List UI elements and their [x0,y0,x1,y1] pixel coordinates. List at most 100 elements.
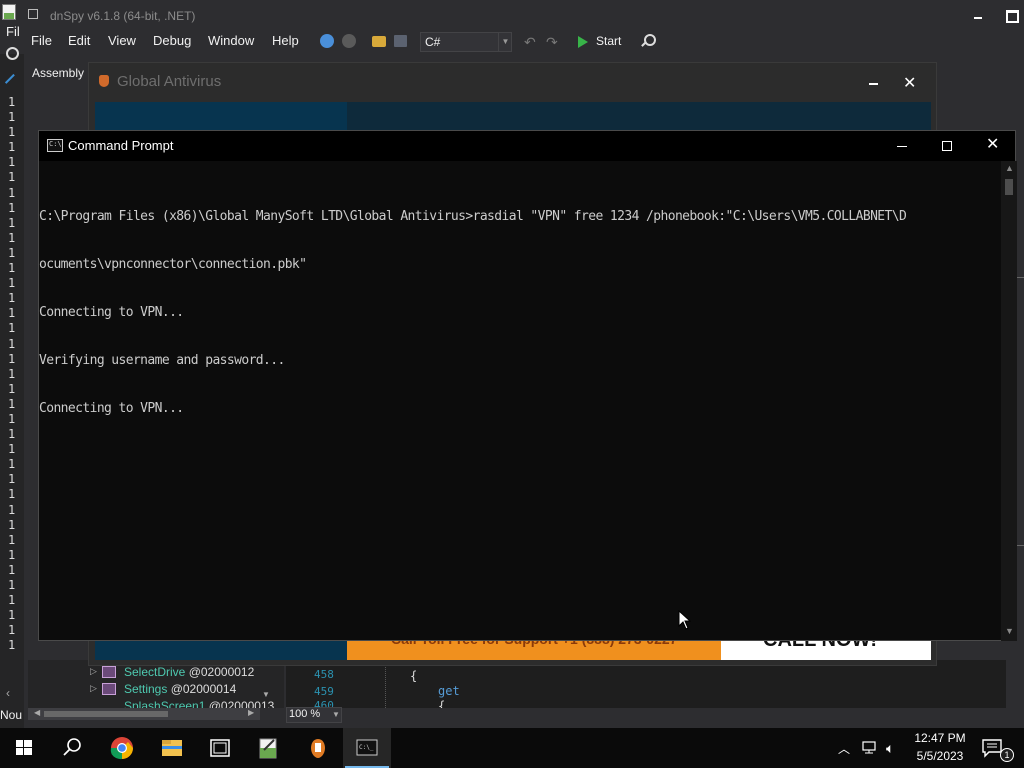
line-number: 458 [314,668,334,681]
chevron-left-icon[interactable]: ‹ [6,686,10,700]
menu-debug[interactable]: Debug [153,33,191,48]
console-line: Connecting to VPN... [39,305,184,320]
gutter-line-number: 1 [8,245,16,260]
gutter-line-number: 1 [8,215,16,230]
gutter-line-number: 1 [8,95,16,109]
save-all-icon[interactable] [394,35,407,47]
back-arrow-icon[interactable] [320,34,334,48]
gear-icon[interactable] [6,47,19,60]
gutter-line-number: 1 [8,291,16,306]
search-icon [63,738,81,756]
search-button[interactable] [48,728,96,768]
minimize-button[interactable] [865,75,881,91]
gutter-line-number: 1 [8,411,16,426]
taskbar-file-explorer[interactable] [148,728,196,768]
gutter-line-number: 1 [8,155,16,170]
code-line: { [438,699,446,708]
code-editor[interactable] [286,660,1006,708]
terminal-icon: C:\_ [356,739,378,756]
gutter-line-number: 1 [8,457,16,472]
clock-date[interactable]: 5/5/2023 [906,749,974,763]
close-button[interactable]: ✕ [903,73,916,93]
gutter-line-number: 1 [8,125,16,140]
vertical-scrollbar[interactable]: ▲ ▼ [1001,161,1017,641]
gutter-line-number: 1 [8,547,16,562]
gutter-line-number: 1 [8,276,16,291]
gutter-line-number: 1 [8,336,16,351]
search-icon[interactable] [640,33,656,49]
menu-view[interactable]: View [108,33,136,48]
scroll-down-icon[interactable]: ▼ [1005,626,1014,636]
tree-item-splashscreen[interactable]: SplashScreen1 @02000013 [124,699,274,708]
gutter-line-number: 1 [8,623,16,638]
cmd-titlebar[interactable]: Command Prompt ✕ [39,131,1015,161]
chevron-down-icon[interactable]: ▼ [332,710,340,719]
gutter-line-number: 1 [8,608,16,623]
chrome-icon [110,737,133,760]
gutter-line-number: 1 [8,261,16,276]
minimize-button[interactable] [970,7,986,23]
taskbar-task-view[interactable] [196,728,244,768]
menu-bar: File Edit View Debug Window Help [0,30,1024,54]
notepad-icon [259,738,277,759]
indent-guide [385,662,386,708]
tree-item-settings[interactable]: Settings @02000014 [124,682,236,696]
code-line: get [438,684,460,698]
chevron-down-icon[interactable]: ▼ [498,32,512,52]
gutter-line-number: 1 [8,593,16,608]
gutter-line-number: 1 [8,578,16,592]
scroll-down-icon[interactable]: ▼ [262,690,270,699]
maximize-button[interactable] [940,139,954,153]
scroll-right-icon[interactable]: ▶ [248,708,254,717]
line-number: 459 [314,685,334,698]
start-button[interactable] [0,728,48,768]
taskbar-command-prompt[interactable]: C:\_ [343,728,391,768]
expand-arrow-icon[interactable]: ▷ [90,683,97,694]
menu-window[interactable]: Window [208,33,254,48]
play-icon [578,36,588,48]
assembly-explorer-tab[interactable]: Assembly [26,62,88,86]
cmd-title: Command Prompt [68,138,174,153]
volume-icon[interactable]: 🔈︎ [886,740,894,757]
scrollbar-thumb[interactable] [44,711,168,717]
scroll-left-icon[interactable]: ◀ [34,708,40,717]
gutter-line-number: 1 [8,230,16,245]
start-debug-button[interactable]: Start [576,32,628,52]
restore-icon[interactable] [28,9,38,19]
gutter-line-number: 1 [8,427,16,442]
redo-icon[interactable]: ↷ [546,34,558,51]
gutter-line-number: 1 [8,442,16,457]
clock-time[interactable]: 12:47 PM [906,731,974,745]
undo-icon[interactable]: ↶ [524,34,536,51]
gutter-line-number: 1 [8,487,16,502]
maximize-button[interactable] [1003,7,1019,23]
gutter-line-number: 1 [8,140,16,155]
forward-arrow-icon[interactable] [342,34,356,48]
tree-item-selectdrive[interactable]: SelectDrive @02000012 [124,665,254,679]
gutter-line-number: 1 [8,396,16,411]
horizontal-scrollbar[interactable] [28,708,260,720]
notepad-icon [2,4,16,20]
network-icon[interactable] [862,741,880,755]
menu-help[interactable]: Help [272,33,299,48]
scroll-up-icon[interactable]: ▲ [1005,163,1014,173]
scrollbar-thumb[interactable] [1005,179,1013,195]
menu-edit[interactable]: Edit [68,33,90,48]
taskbar-chrome[interactable] [98,728,146,768]
minimize-button[interactable] [895,139,909,153]
gutter-line-number: 1 [8,472,16,487]
expand-arrow-icon[interactable]: ▷ [90,666,97,677]
chevron-up-icon[interactable]: ︿ [838,740,850,757]
close-button[interactable]: ✕ [986,137,999,153]
svg-text:C:\_: C:\_ [359,744,374,751]
open-folder-icon[interactable] [372,36,386,47]
console-line: ocuments\vpnconnector\connection.pbk" [39,257,307,272]
dnspy-titlebar[interactable]: dnSpy v6.1.8 (64-bit, .NET) [0,0,1024,30]
console-output[interactable]: C:\Program Files (x86)\Global ManySoft L… [39,177,1003,637]
shield-icon [99,75,109,87]
gutter-line-number: 1 [8,306,16,321]
taskbar-notepad-plus-plus[interactable] [244,728,292,768]
menu-file[interactable]: File [31,33,52,48]
taskbar-dnspy[interactable] [294,728,342,768]
start-label: Start [596,34,622,48]
